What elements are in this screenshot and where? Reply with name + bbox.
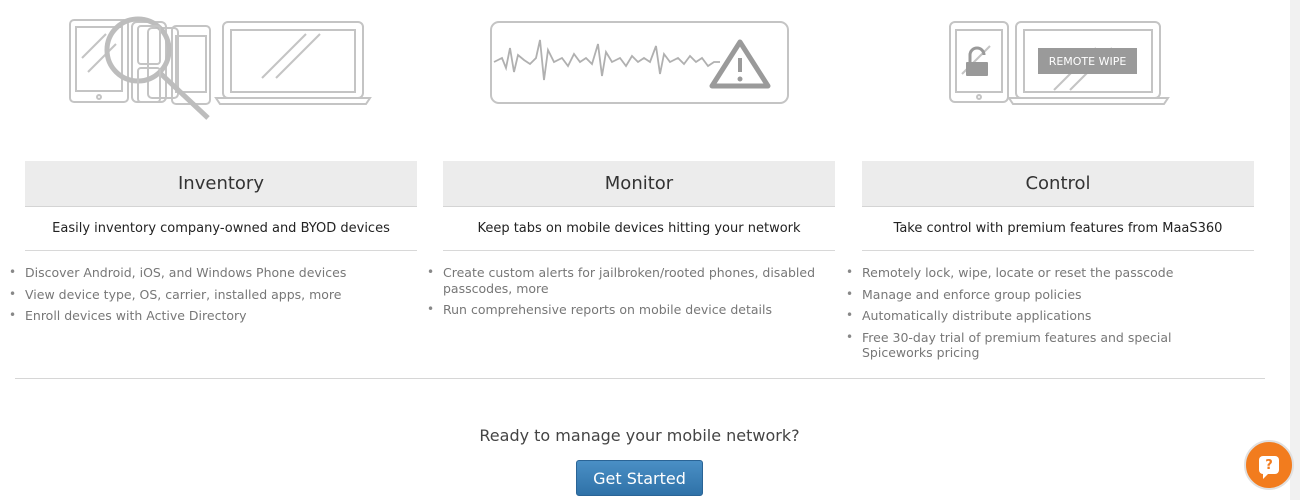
remote-wipe-label: REMOTE WIPE — [1049, 55, 1127, 68]
devices-magnifier-icon — [69, 16, 372, 120]
monitor-feature-list: Create custom alerts for jailbroken/root… — [427, 265, 835, 318]
monitor-column: Monitor Keep tabs on mobile devices hitt… — [427, 161, 835, 324]
monitor-illustration — [488, 0, 792, 110]
control-subtitle: Take control with premium features from … — [862, 207, 1254, 251]
heartbeat-alert-icon — [490, 21, 789, 104]
monitor-title: Monitor — [443, 161, 835, 207]
chat-button[interactable]: ? — [1244, 440, 1294, 490]
inventory-illustration — [66, 0, 376, 125]
monitor-subtitle: Keep tabs on mobile devices hitting your… — [443, 207, 835, 251]
lock-wipe-icon: REMOTE WIPE — [949, 21, 1170, 105]
list-item: View device type, OS, carrier, installed… — [9, 287, 417, 303]
list-item: Create custom alerts for jailbroken/root… — [427, 265, 835, 296]
control-title: Control — [862, 161, 1254, 207]
control-column: Control Take control with premium featur… — [846, 161, 1254, 367]
section-divider — [15, 378, 1265, 379]
control-feature-list: Remotely lock, wipe, locate or reset the… — [846, 265, 1254, 361]
inventory-subtitle: Easily inventory company-owned and BYOD … — [25, 207, 417, 251]
inventory-feature-list: Discover Android, iOS, and Windows Phone… — [9, 265, 417, 324]
inventory-column: Inventory Easily inventory company-owned… — [9, 161, 417, 330]
page-scrollbar[interactable] — [1290, 0, 1300, 500]
list-item: Enroll devices with Active Directory — [9, 308, 417, 324]
chat-question-glyph: ? — [1265, 457, 1273, 473]
control-illustration: REMOTE WIPE — [946, 0, 1170, 110]
list-item: Remotely lock, wipe, locate or reset the… — [846, 265, 1254, 281]
list-item: Free 30-day trial of premium features an… — [846, 330, 1254, 361]
inventory-title: Inventory — [25, 161, 417, 207]
get-started-button[interactable]: Get Started — [576, 460, 703, 496]
chat-bubble-icon: ? — [1259, 456, 1279, 479]
list-item: Manage and enforce group policies — [846, 287, 1254, 303]
cta-question: Ready to manage your mobile network? — [479, 426, 800, 445]
list-item: Discover Android, iOS, and Windows Phone… — [9, 265, 417, 281]
list-item: Automatically distribute applications — [846, 308, 1254, 324]
list-item: Run comprehensive reports on mobile devi… — [427, 302, 835, 318]
